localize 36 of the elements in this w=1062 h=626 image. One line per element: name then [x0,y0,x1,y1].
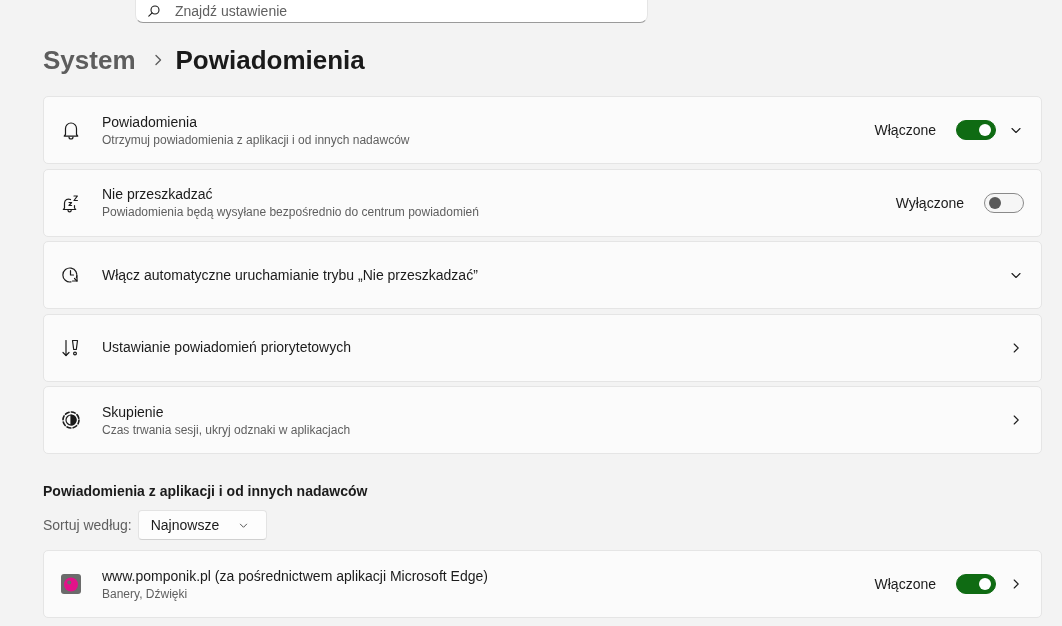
setting-description: Powiadomienia będą wysyłane bezpośrednio do centrum powiadomień [102,204,479,220]
setting-card[interactable]: www.pomponik.pl (za pośrednictwem aplikacji Microsoft Edge) Banery, Dźwięki Włączone [43,550,1042,618]
toggle-switch[interactable] [956,120,996,140]
chevron-down-icon [238,520,248,530]
setting-description: Banery, Dźwięki [102,585,188,602]
setting-title: Włącz automatyczne uruchamianie trybu „Nie przeszkadzać” [102,265,478,285]
setting-card[interactable]: Powiadomienia Otrzymuj powiadomienia z aplikacji i od innych nadawców Włączone [43,96,1042,164]
setting-title: Nie przeszkadzać [102,185,213,204]
search-field[interactable]: Znajdź ustawienie [135,0,648,23]
sort-dropdown[interactable]: Najnowsze [137,510,267,540]
setting-title: Skupienie [102,402,164,422]
priority-icon [61,337,81,358]
page-title: Powiadomienia [175,44,365,76]
breadcrumb-chevron-icon [153,54,162,66]
app-logo-icon [61,574,81,594]
setting-description: Czas trwania sesji, ukryj odznaki w aplikacjach [102,421,351,438]
toggle-switch[interactable] [956,574,996,594]
section-heading: Powiadomienia z aplikacji i od innych nadawców [43,482,369,501]
toggle-status-label: Włączone [874,576,936,592]
toggle-status-label: Wyłączone [895,194,964,211]
setting-title: Ustawianie powiadomień priorytetowych [102,338,351,357]
setting-title: www.pomponik.pl (za pośrednictwem aplikacji Microsoft Edge) [102,566,488,586]
setting-card[interactable]: Ustawianie powiadomień priorytetowych [43,313,1042,382]
clock-icon [61,265,81,285]
toggle-status-label: Włączone [874,122,936,138]
setting-card[interactable]: Skupienie Czas trwania sesji, ukryj odznaki w aplikacjach [43,386,1042,454]
focus-icon [61,410,81,430]
bell-sleep-icon [61,192,81,213]
sort-label: Sortuj według: [43,517,132,533]
toggle-switch[interactable] [984,192,1024,213]
setting-description: Otrzymuj powiadomienia z aplikacji i od innych nadawców [102,131,410,148]
setting-title: Powiadomienia [102,112,197,132]
search-icon [148,5,160,17]
bell-icon [61,120,81,140]
setting-card[interactable]: Włącz automatyczne uruchamianie trybu „Nie przeszkadzać” [43,241,1042,309]
breadcrumb-link[interactable]: System [43,44,136,76]
